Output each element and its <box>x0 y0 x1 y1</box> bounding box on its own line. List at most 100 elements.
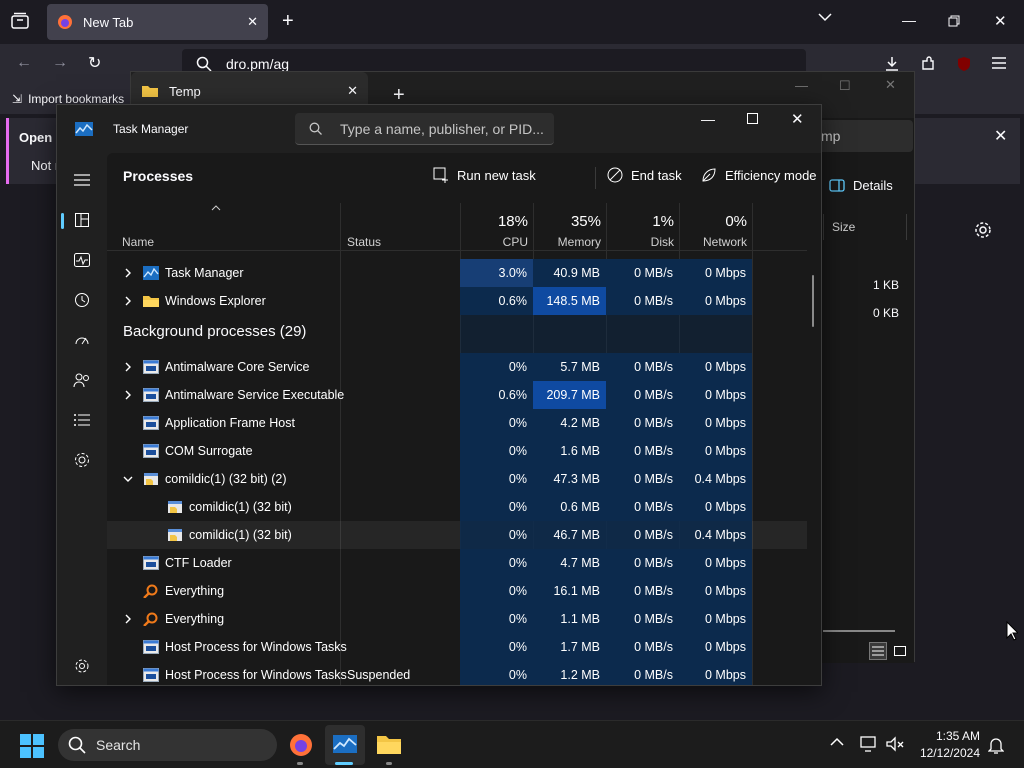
firefox-taskbar-icon[interactable] <box>289 733 313 757</box>
reload-icon[interactable]: ↻ <box>88 53 101 73</box>
folder-icon <box>143 294 159 308</box>
group-header-background: Background processes (29) <box>123 323 307 340</box>
search-icon <box>309 122 322 135</box>
running-indicator <box>386 762 392 765</box>
startup-apps-icon[interactable] <box>71 329 93 351</box>
disk-value: 0 MB/s <box>634 640 673 654</box>
file-size: 1 KB <box>872 278 899 292</box>
settings-icon[interactable] <box>71 655 93 677</box>
file-explorer-taskbar-icon[interactable] <box>376 733 402 755</box>
processes-icon[interactable] <box>71 209 93 231</box>
process-row[interactable]: comildic(1) (32 bit) (2) 0% 47.3 MB 0 MB/s 0… <box>107 465 807 493</box>
hamburger-menu-icon[interactable] <box>71 169 93 191</box>
explorer-maximize-button[interactable]: ☐ <box>839 78 851 94</box>
network-value: 0 Mbps <box>705 294 746 308</box>
expand-chevron-icon[interactable] <box>122 295 134 307</box>
expand-chevron-icon[interactable] <box>122 361 134 373</box>
window-app-icon <box>143 668 159 682</box>
process-row[interactable]: comildic(1) (32 bit) 0% 46.7 MB 0 MB/s 0.4 M… <box>107 521 807 549</box>
network-icon[interactable] <box>860 736 878 752</box>
settings-gear-icon[interactable] <box>974 221 992 239</box>
back-icon[interactable]: ← <box>16 54 32 72</box>
running-indicator <box>297 762 303 765</box>
process-search-input[interactable]: Type a name, publisher, or PID... <box>295 113 554 145</box>
ublock-icon[interactable] <box>956 56 972 72</box>
disk-value: 0 MB/s <box>634 444 673 458</box>
process-table: Name Status 18% CPU 35% Memory 1% Disk 0… <box>107 203 821 685</box>
large-icons-view-icon[interactable] <box>891 642 909 660</box>
list-tabs-icon[interactable] <box>818 12 832 22</box>
close-button[interactable]: ✕ <box>994 12 1007 30</box>
memory-value: 1.1 MB <box>560 612 600 626</box>
network-value: 0 Mbps <box>705 266 746 280</box>
process-row[interactable]: Application Frame Host 0% 4.2 MB 0 MB/s 0 Mb… <box>107 409 807 437</box>
expand-chevron-icon[interactable] <box>122 389 134 401</box>
size-column-header[interactable]: Size <box>823 214 907 240</box>
memory-value: 5.7 MB <box>560 360 600 374</box>
clock-date[interactable]: 12/12/2024 <box>910 746 980 760</box>
efficiency-mode-button[interactable]: Efficiency mode <box>701 167 817 183</box>
minimize-button[interactable]: — <box>902 12 916 28</box>
table-scrollbar[interactable] <box>812 275 814 327</box>
process-row[interactable]: Host Process for Windows Tasks Suspended 0… <box>107 661 807 685</box>
window-app-icon <box>143 416 159 430</box>
disk-value: 0 MB/s <box>634 500 673 514</box>
tab-close-icon[interactable]: ✕ <box>247 14 258 30</box>
tm-close-button[interactable]: ✕ <box>791 110 804 128</box>
tab-overview-icon[interactable] <box>10 12 30 30</box>
active-indicator <box>335 762 353 765</box>
memory-value: 0.6 MB <box>560 500 600 514</box>
taskbar-search[interactable]: Search <box>58 729 277 761</box>
details-button[interactable]: Details <box>829 178 893 193</box>
process-row[interactable]: Task Manager 3.0% 40.9 MB 0 MB/s 0 Mbps <box>107 259 807 287</box>
volume-muted-icon[interactable] <box>886 736 904 752</box>
downloads-icon[interactable] <box>884 56 900 72</box>
restore-button[interactable] <box>948 15 960 27</box>
details-list-icon[interactable] <box>71 409 93 431</box>
explorer-scrollbar[interactable] <box>823 630 895 632</box>
expand-chevron-icon[interactable] <box>122 613 134 625</box>
search-icon <box>68 736 86 754</box>
process-row[interactable]: Antimalware Core Service 0% 5.7 MB 0 MB/s 0 … <box>107 353 807 381</box>
explorer-tab-close-icon[interactable]: ✕ <box>347 83 358 99</box>
process-row[interactable]: COM Surrogate 0% 1.6 MB 0 MB/s 0 Mbps <box>107 437 807 465</box>
tm-minimize-button[interactable]: — <box>701 111 715 127</box>
process-row[interactable]: Host Process for Windows Tasks 0% 1.7 MB 0 … <box>107 633 807 661</box>
process-row[interactable]: Everything 0% 1.1 MB 0 MB/s 0 Mbps <box>107 605 807 633</box>
extensions-icon[interactable] <box>920 56 936 72</box>
tm-maximize-button[interactable] <box>747 113 758 124</box>
notice-close-icon[interactable]: ✕ <box>994 126 1007 146</box>
process-name: COM Surrogate <box>165 444 253 458</box>
end-task-button[interactable]: End task <box>607 167 682 183</box>
start-windows-icon[interactable] <box>20 734 44 758</box>
disk-value: 0 MB/s <box>634 294 673 308</box>
expand-chevron-icon[interactable] <box>122 267 134 279</box>
explorer-minimize-button[interactable]: — <box>795 78 808 93</box>
app-history-icon[interactable] <box>71 289 93 311</box>
mouse-cursor-icon <box>1006 621 1018 641</box>
efficiency-mode-label: Efficiency mode <box>725 167 817 183</box>
cpu-value: 0% <box>508 500 527 514</box>
services-icon[interactable] <box>71 449 93 471</box>
menu-icon[interactable] <box>992 57 1006 69</box>
process-row[interactable]: CTF Loader 0% 4.7 MB 0 MB/s 0 Mbps <box>107 549 807 577</box>
process-row[interactable]: Everything 0% 16.1 MB 0 MB/s 0 Mbps <box>107 577 807 605</box>
process-row[interactable]: Antimalware Service Executable 0.6% 209.7 … <box>107 381 807 409</box>
notification-bell-icon[interactable] <box>988 736 1004 754</box>
clock-time[interactable]: 1:35 AM <box>910 729 980 743</box>
explorer-close-button[interactable]: ✕ <box>885 77 896 93</box>
process-row[interactable]: comildic(1) (32 bit) 0% 0.6 MB 0 MB/s 0 Mbps <box>107 493 807 521</box>
forward-icon[interactable]: → <box>52 54 68 72</box>
show-hidden-icons-icon[interactable] <box>830 737 844 747</box>
performance-icon[interactable] <box>71 249 93 271</box>
tab-new-tab[interactable]: New Tab ✕ <box>47 4 268 40</box>
collapse-chevron-icon[interactable] <box>122 473 134 485</box>
disk-value: 0 MB/s <box>634 360 673 374</box>
process-row[interactable]: Windows Explorer 0.6% 148.5 MB 0 MB/s 0 Mbps <box>107 287 807 315</box>
users-icon[interactable] <box>71 369 93 391</box>
details-view-icon[interactable] <box>869 642 887 660</box>
run-new-task-button[interactable]: Run new task <box>433 167 536 183</box>
task-manager-titlebar: Task Manager Type a name, publisher, or … <box>57 105 821 153</box>
new-tab-button[interactable]: + <box>282 10 294 33</box>
process-name: Windows Explorer <box>165 294 266 308</box>
